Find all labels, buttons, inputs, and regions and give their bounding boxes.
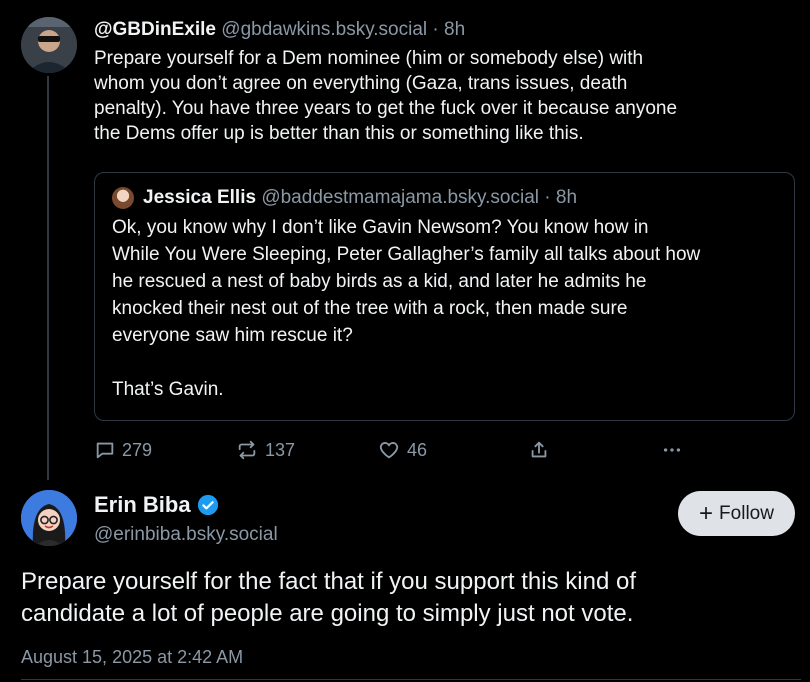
post-action-bar: 279 137 46: [94, 436, 704, 464]
quoted-post-time: 8h: [555, 187, 578, 208]
thread-line: [47, 76, 49, 480]
share-button[interactable]: [528, 436, 550, 464]
parent-post-time: 8h: [444, 19, 466, 40]
repost-icon: [238, 440, 256, 460]
follow-label: Follow: [719, 502, 774, 524]
parent-avatar-image: [21, 17, 77, 73]
repost-count: 137: [265, 439, 296, 460]
quoted-handle-text: @baddestmamajama.bsky.social: [261, 187, 539, 208]
parent-post[interactable]: @GBDinExile @gbdawkins.bsky.social · 8h …: [94, 16, 800, 146]
quoted-author-handle: @baddestmamajama.bsky.social · 8h: [261, 187, 578, 208]
post-timestamp: August 15, 2025 at 2:42 AM: [21, 647, 244, 667]
parent-author-handle: @gbdawkins.bsky.social · 8h: [221, 19, 466, 40]
quoted-author-avatar: [112, 187, 134, 209]
quoted-post-card[interactable]: Jessica Ellis @baddestmamajama.bsky.soci…: [94, 172, 795, 421]
main-author-avatar[interactable]: [21, 490, 77, 546]
parent-post-header: @GBDinExile @gbdawkins.bsky.social · 8h: [94, 16, 800, 44]
main-author-name[interactable]: Erin Biba: [94, 490, 191, 520]
main-author-handle[interactable]: @erinbiba.bsky.social: [94, 521, 278, 549]
like-icon: [379, 442, 399, 459]
plus-icon: +: [699, 499, 714, 527]
like-button[interactable]: 46: [377, 436, 427, 464]
quoted-author-name: Jessica Ellis: [143, 187, 257, 208]
parent-author-name[interactable]: @GBDinExile: [94, 19, 216, 40]
verified-badge-icon: [197, 494, 218, 516]
share-icon: [531, 441, 547, 458]
reply-icon: [96, 442, 114, 459]
parent-avatar[interactable]: [21, 17, 77, 73]
main-avatar-image: [21, 490, 77, 546]
quoted-post-text: Ok, you know why I don’t like Gavin News…: [112, 217, 701, 400]
parent-handle-text[interactable]: @gbdawkins.bsky.social: [221, 19, 427, 40]
reply-count: 279: [122, 439, 153, 460]
more-options-button[interactable]: [660, 436, 684, 464]
like-count: 46: [407, 439, 428, 460]
quoted-post-header: Jessica Ellis @baddestmamajama.bsky.soci…: [112, 185, 777, 211]
main-author-name-row: Erin Biba: [94, 490, 219, 520]
parent-post-text: Prepare yourself for a Dem nominee (him …: [94, 48, 678, 144]
repost-button[interactable]: 137: [235, 436, 295, 464]
reply-button[interactable]: 279: [94, 436, 152, 464]
main-post-text: Prepare yourself for the fact that if yo…: [21, 568, 636, 627]
divider: [21, 679, 801, 680]
more-icon: [663, 448, 681, 452]
bluesky-post-page: @GBDinExile @gbdawkins.bsky.social · 8h …: [0, 0, 810, 682]
follow-button[interactable]: + Follow: [678, 491, 795, 536]
